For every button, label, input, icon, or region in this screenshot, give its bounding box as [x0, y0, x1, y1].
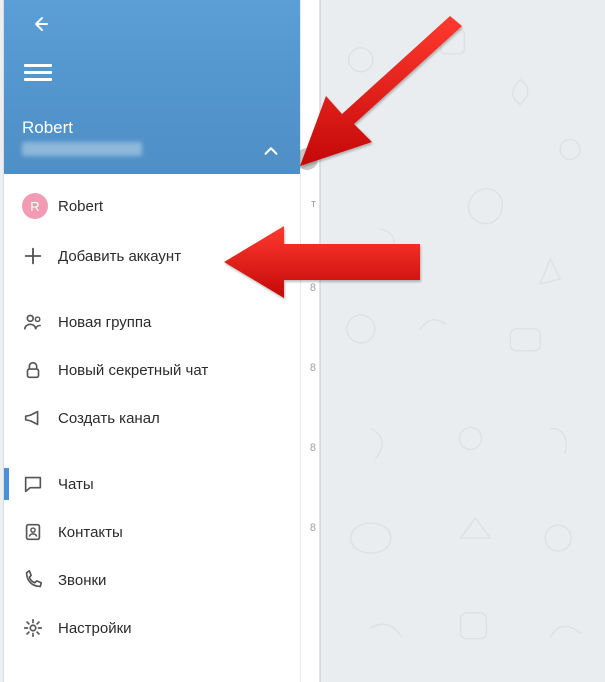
menu-label: Звонки: [58, 572, 106, 589]
chat-icon: [22, 473, 44, 495]
phone-icon: [22, 569, 44, 591]
chat-list-peek: т 8 8 8 8: [300, 0, 320, 682]
create-channel-item[interactable]: Создать канал: [4, 394, 300, 442]
plus-icon: [22, 245, 44, 267]
group-icon: [22, 311, 44, 333]
menu-button[interactable]: [24, 60, 52, 80]
menu-label: Новая группа: [58, 314, 151, 331]
app-window: т 8 8 8 8 Robert R: [0, 0, 605, 682]
arrow-left-icon: [28, 12, 52, 36]
menu-label: Чаты: [58, 476, 94, 493]
peek-text: 8: [310, 282, 316, 294]
drawer-panel: Robert R Robert Добавить аккаунт: [4, 0, 300, 682]
lock-icon: [22, 359, 44, 381]
new-group-item[interactable]: Новая группа: [4, 298, 300, 346]
peek-text: 8: [310, 362, 316, 374]
avatar: R: [22, 193, 48, 219]
current-user-name: Robert: [22, 118, 73, 138]
menu-label: Добавить аккаунт: [58, 248, 181, 265]
menu-label: Новый секретный чат: [58, 362, 208, 379]
menu-label: Настройки: [58, 620, 132, 637]
chat-background: [320, 0, 605, 682]
back-button[interactable]: [28, 12, 52, 36]
peek-text: т: [311, 198, 316, 210]
peek-text: 8: [310, 442, 316, 454]
account-label: Robert: [58, 198, 103, 215]
peek-text: 8: [310, 522, 316, 534]
drawer-list: R Robert Добавить аккаунт: [4, 174, 300, 652]
contacts-item[interactable]: Контакты: [4, 508, 300, 556]
menu-label: Контакты: [58, 524, 123, 541]
add-account-item[interactable]: Добавить аккаунт: [4, 232, 300, 280]
secret-chat-item[interactable]: Новый секретный чат: [4, 346, 300, 394]
drawer-header: Robert: [4, 0, 300, 174]
megaphone-icon: [22, 407, 44, 429]
chevron-up-icon: [260, 140, 282, 162]
menu-label: Создать канал: [58, 410, 160, 427]
account-item-current[interactable]: R Robert: [4, 180, 300, 232]
contacts-icon: [22, 521, 44, 543]
current-user-phone-blurred: [22, 142, 142, 156]
doodle-pattern: [321, 0, 605, 680]
gear-icon: [22, 617, 44, 639]
calls-item[interactable]: Звонки: [4, 556, 300, 604]
settings-item[interactable]: Настройки: [4, 604, 300, 652]
chats-item[interactable]: Чаты: [4, 460, 300, 508]
accounts-toggle[interactable]: [260, 140, 282, 162]
